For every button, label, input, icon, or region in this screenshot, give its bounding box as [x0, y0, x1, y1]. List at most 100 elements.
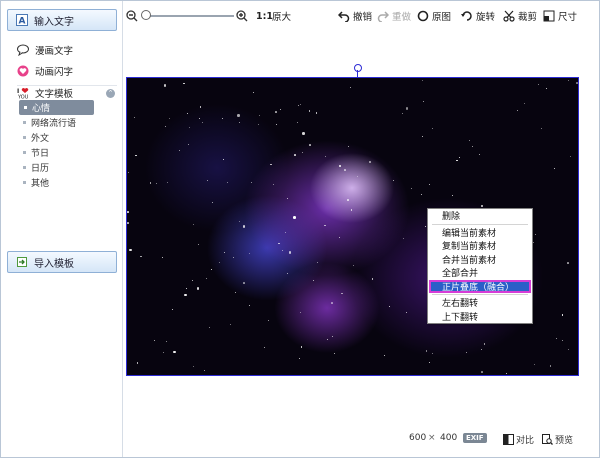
- zoom-out-button[interactable]: [126, 9, 141, 23]
- star: [549, 365, 552, 367]
- compare-button[interactable]: 对比: [503, 433, 534, 446]
- text-template-title: 文字模板: [35, 89, 74, 100]
- star: [294, 154, 296, 156]
- undo-button[interactable]: 撤销: [338, 9, 372, 23]
- speech-bubble-icon: [17, 44, 29, 57]
- zoom-in-icon: [236, 10, 248, 22]
- star: [309, 144, 311, 146]
- star: [135, 154, 137, 157]
- star: [546, 88, 548, 89]
- star: [401, 113, 403, 115]
- original-image-button[interactable]: 原图: [417, 9, 451, 23]
- star: [317, 262, 318, 264]
- zoom-slider[interactable]: [141, 10, 234, 20]
- context-menu-item[interactable]: 编辑当前素材: [428, 226, 532, 240]
- star: [275, 111, 277, 113]
- text-template-panel: I YOU 文字模板 ⌃ 心情 网络流行语 外文 节日 日历 其他: [17, 85, 117, 198]
- template-item[interactable]: 外文: [17, 130, 117, 145]
- star: [272, 183, 275, 186]
- editor-window: A 输入文字 漫画文字 动画闪字 I YOU 文字模板 ⌃ 心情 网络流行语 外…: [0, 0, 600, 458]
- rotate-icon: [461, 10, 473, 22]
- star: [227, 181, 229, 183]
- star: [293, 216, 296, 219]
- star: [421, 135, 423, 137]
- star: [258, 114, 260, 116]
- star: [222, 158, 225, 160]
- star: [198, 243, 200, 245]
- love-icon: I YOU: [17, 87, 29, 99]
- template-item[interactable]: 心情: [19, 100, 94, 115]
- star: [431, 353, 433, 355]
- scissors-icon: [503, 10, 515, 22]
- context-menu-item[interactable]: 删除: [428, 209, 532, 223]
- star: [299, 103, 301, 105]
- star: [534, 234, 536, 236]
- star: [209, 326, 211, 328]
- star: [188, 144, 190, 146]
- context-menu-item[interactable]: 全部合并: [428, 266, 532, 280]
- star: [179, 150, 180, 152]
- star: [562, 340, 564, 342]
- context-menu-item[interactable]: 正片叠底（融合）: [429, 279, 531, 293]
- star: [420, 193, 422, 195]
- zoom-out-icon: [126, 10, 138, 22]
- star: [191, 279, 193, 281]
- star: [238, 221, 240, 222]
- star: [403, 237, 405, 239]
- star: [243, 282, 245, 284]
- star: [258, 124, 260, 126]
- template-item[interactable]: 日历: [17, 160, 117, 175]
- zoom-in-button[interactable]: [236, 9, 251, 23]
- star: [287, 197, 289, 199]
- redo-button[interactable]: 重做: [377, 9, 411, 23]
- rotate-handle[interactable]: [354, 64, 362, 72]
- star: [384, 354, 386, 356]
- template-item[interactable]: 节日: [17, 145, 117, 160]
- original-size-button[interactable]: 原大: [272, 9, 291, 23]
- input-text-button[interactable]: A 输入文字: [7, 9, 117, 31]
- star: [371, 278, 374, 280]
- star: [163, 84, 167, 87]
- star: [169, 117, 171, 119]
- star: [149, 182, 152, 184]
- anim-text-item[interactable]: 动画闪字: [17, 63, 73, 79]
- crop-button[interactable]: 裁剪: [503, 9, 537, 23]
- star: [538, 83, 540, 85]
- resize-icon: [543, 10, 555, 22]
- svg-text:A: A: [19, 17, 26, 27]
- star: [424, 225, 426, 227]
- template-item[interactable]: 网络流行语: [17, 115, 117, 130]
- import-template-button[interactable]: 导入模板: [7, 251, 117, 273]
- star: [338, 164, 342, 167]
- star: [451, 195, 453, 197]
- toolbar: 1:1 原大 撤销 重做 原图 旋转 裁剪 尺寸: [122, 1, 599, 35]
- context-menu: 删除编辑当前素材 复制当前素材 合并当前素材 全部合并 正片叠底（融合） 左右翻转 上下翻转: [427, 208, 533, 324]
- size-button[interactable]: 尺寸: [543, 9, 577, 23]
- template-item[interactable]: 其他: [17, 175, 117, 190]
- comic-text-item[interactable]: 漫画文字: [17, 42, 73, 58]
- star: [302, 132, 305, 135]
- context-menu-item[interactable]: 左右翻转: [428, 296, 532, 310]
- collapse-up-icon[interactable]: ⌃: [106, 88, 115, 98]
- exif-button[interactable]: EXIF: [463, 433, 487, 443]
- preview-button[interactable]: 预览: [542, 433, 573, 446]
- zoom-slider-handle[interactable]: [141, 10, 151, 20]
- context-menu-item[interactable]: 合并当前素材: [428, 253, 532, 267]
- star: [368, 160, 372, 164]
- star: [405, 107, 409, 110]
- text-template-header[interactable]: I YOU 文字模板 ⌃: [17, 86, 117, 100]
- star: [242, 225, 245, 228]
- context-menu-item[interactable]: 复制当前素材: [428, 239, 532, 253]
- context-menu-item[interactable]: 上下翻转: [428, 310, 532, 324]
- star: [333, 352, 336, 355]
- star: [516, 109, 518, 111]
- star: [324, 156, 326, 158]
- star: [425, 350, 428, 352]
- star: [183, 82, 185, 84]
- zoom-1to1-button[interactable]: 1:1: [256, 9, 273, 23]
- star: [339, 236, 341, 238]
- rotate-button[interactable]: 旋转: [461, 9, 495, 23]
- star: [275, 123, 277, 125]
- star: [561, 314, 564, 316]
- star: [556, 338, 558, 340]
